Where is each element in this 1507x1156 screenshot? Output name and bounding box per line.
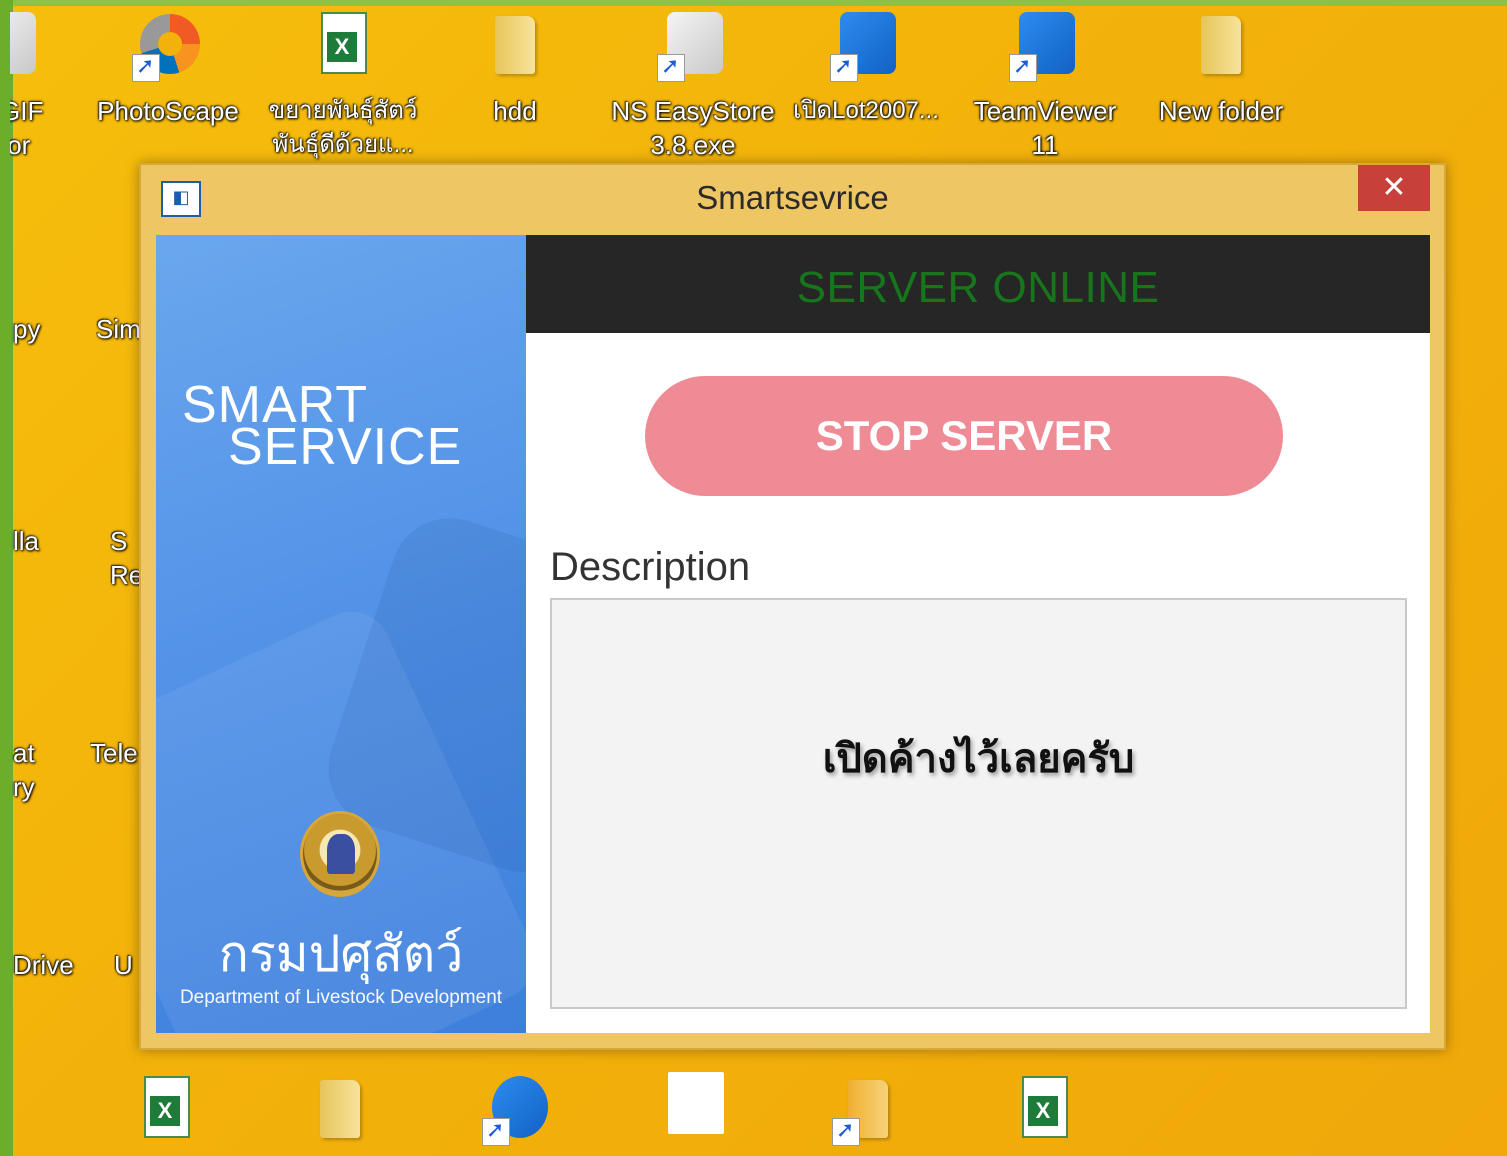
folder-icon — [304, 1074, 376, 1146]
desktop-icon-bottom-document[interactable] — [654, 1070, 734, 1142]
photoscape-icon — [132, 10, 204, 82]
desktop-icon-label: GIF tor — [10, 96, 44, 160]
sidebar-panel: SMART SERVICE กรมปศุสัตว์ Department of … — [156, 235, 526, 1033]
stop-server-button[interactable]: STOP SERVER — [645, 376, 1283, 496]
desktop-icon-label: TeamViewer 11 — [973, 96, 1117, 160]
desktop-icon-label: NS EasyStore 3.8.exe — [611, 96, 775, 160]
shortcut-arrow-icon — [482, 1117, 510, 1146]
desktop-icon-partial[interactable]: Tele — [90, 724, 140, 770]
shortcut-icon — [832, 1074, 904, 1146]
desktop-icon-partial[interactable]: U — [114, 936, 140, 982]
department-name-thai: กรมปศุสัตว์ — [218, 925, 464, 983]
desktop-icon-partial[interactable]: at ry — [13, 724, 63, 804]
server-status-bar: SERVER ONLINE — [526, 235, 1430, 333]
desktop-icon-label: Drive — [13, 950, 74, 980]
desktop-icon-label: S Re — [110, 526, 140, 590]
desktop-icon-photoscape[interactable]: PhotoScape — [88, 10, 248, 128]
desktop-icon-bottom-folder[interactable] — [300, 1074, 380, 1146]
shortcut-arrow-icon — [657, 53, 685, 82]
desktop-icon-partial[interactable]: S Re — [110, 512, 140, 592]
desktop-left-border — [0, 0, 13, 1156]
smartservice-window: ◧ Smartsevrice ✕ SMART SERVICE กรมปศุสัต… — [139, 163, 1446, 1050]
desktop-icon-partial[interactable]: Drive — [13, 936, 83, 982]
desktop-icon-bottom-excel[interactable]: X — [1004, 1074, 1084, 1146]
shortcut-arrow-icon — [1009, 53, 1037, 82]
desktop-icon-lot2007[interactable]: เปิดLot2007... — [786, 10, 946, 128]
desktop-icon-easystore[interactable]: NS EasyStore 3.8.exe — [608, 10, 778, 162]
desktop-icon-label: hdd — [493, 96, 537, 126]
description-text: เปิดค้างไว้เลยครับ — [822, 736, 1135, 782]
description-label: Description — [550, 545, 751, 589]
app-icon — [10, 10, 60, 82]
teamviewer-icon — [1009, 10, 1081, 82]
chat-icon — [482, 1074, 554, 1146]
desktop-icon-bottom-shortcut[interactable] — [828, 1074, 908, 1146]
desktop-icon-partial[interactable]: Sim — [96, 300, 140, 346]
shortcut-arrow-icon — [832, 1117, 860, 1146]
desktop-icon-label: เปิดLot2007... — [793, 97, 939, 124]
shortcut-arrow-icon — [132, 53, 160, 82]
brand-title-line2: SERVICE — [228, 418, 463, 476]
desktop-icon-gif-editor[interactable]: GIF tor — [10, 10, 60, 162]
department-seal-logo — [300, 811, 380, 897]
desktop-icon-label: py — [13, 314, 41, 344]
folder-icon — [1185, 10, 1257, 82]
desktop-icon-excel-file[interactable]: X ขยายพันธุ์สัตว์ พันธุ์ดีด้วยแ... — [258, 10, 428, 162]
desktop-icon-hdd[interactable]: hdd — [470, 10, 560, 128]
desktop-icon-partial[interactable]: py — [13, 300, 63, 346]
server-status-text: SERVER ONLINE — [796, 263, 1160, 312]
window-title: Smartsevrice — [696, 179, 889, 216]
desktop-icon-partial[interactable]: lla — [13, 512, 63, 558]
folder-icon — [479, 10, 551, 82]
desktop-icon-label: ขยายพันธุ์สัตว์ พันธุ์ดีด้วยแ... — [268, 97, 418, 158]
desktop-icon-new-folder[interactable]: New folder — [1146, 10, 1296, 128]
compass-icon — [830, 10, 902, 82]
desktop-icon-label: U — [114, 950, 133, 980]
desktop-icon-label: lla — [13, 526, 40, 556]
desktop-top-border — [0, 0, 1507, 6]
excel-file-icon: X — [1008, 1074, 1080, 1146]
close-button[interactable]: ✕ — [1358, 165, 1430, 211]
description-field[interactable]: เปิดค้างไว้เลยครับ — [550, 598, 1407, 1009]
easystore-icon — [657, 10, 729, 82]
document-icon — [658, 1070, 730, 1142]
desktop-icon-label: at ry — [13, 738, 35, 802]
desktop-icon-teamviewer[interactable]: TeamViewer 11 — [962, 10, 1128, 162]
desktop-icon-bottom-chat[interactable] — [478, 1074, 558, 1146]
window-content: SMART SERVICE กรมปศุสัตว์ Department of … — [156, 235, 1430, 1033]
desktop-icon-label: Tele — [90, 738, 138, 768]
shortcut-arrow-icon — [830, 53, 858, 82]
desktop-icon-bottom-excel[interactable]: X — [126, 1074, 206, 1146]
excel-file-icon: X — [130, 1074, 202, 1146]
excel-file-icon: X — [307, 10, 379, 82]
department-name-english: Department of Livestock Development — [179, 987, 503, 1008]
desktop-icon-label: PhotoScape — [97, 96, 239, 126]
desktop-icon-label: Sim — [96, 314, 140, 344]
desktop-icon-label: New folder — [1158, 96, 1284, 126]
window-titlebar[interactable]: ◧ Smartsevrice ✕ — [141, 165, 1444, 235]
